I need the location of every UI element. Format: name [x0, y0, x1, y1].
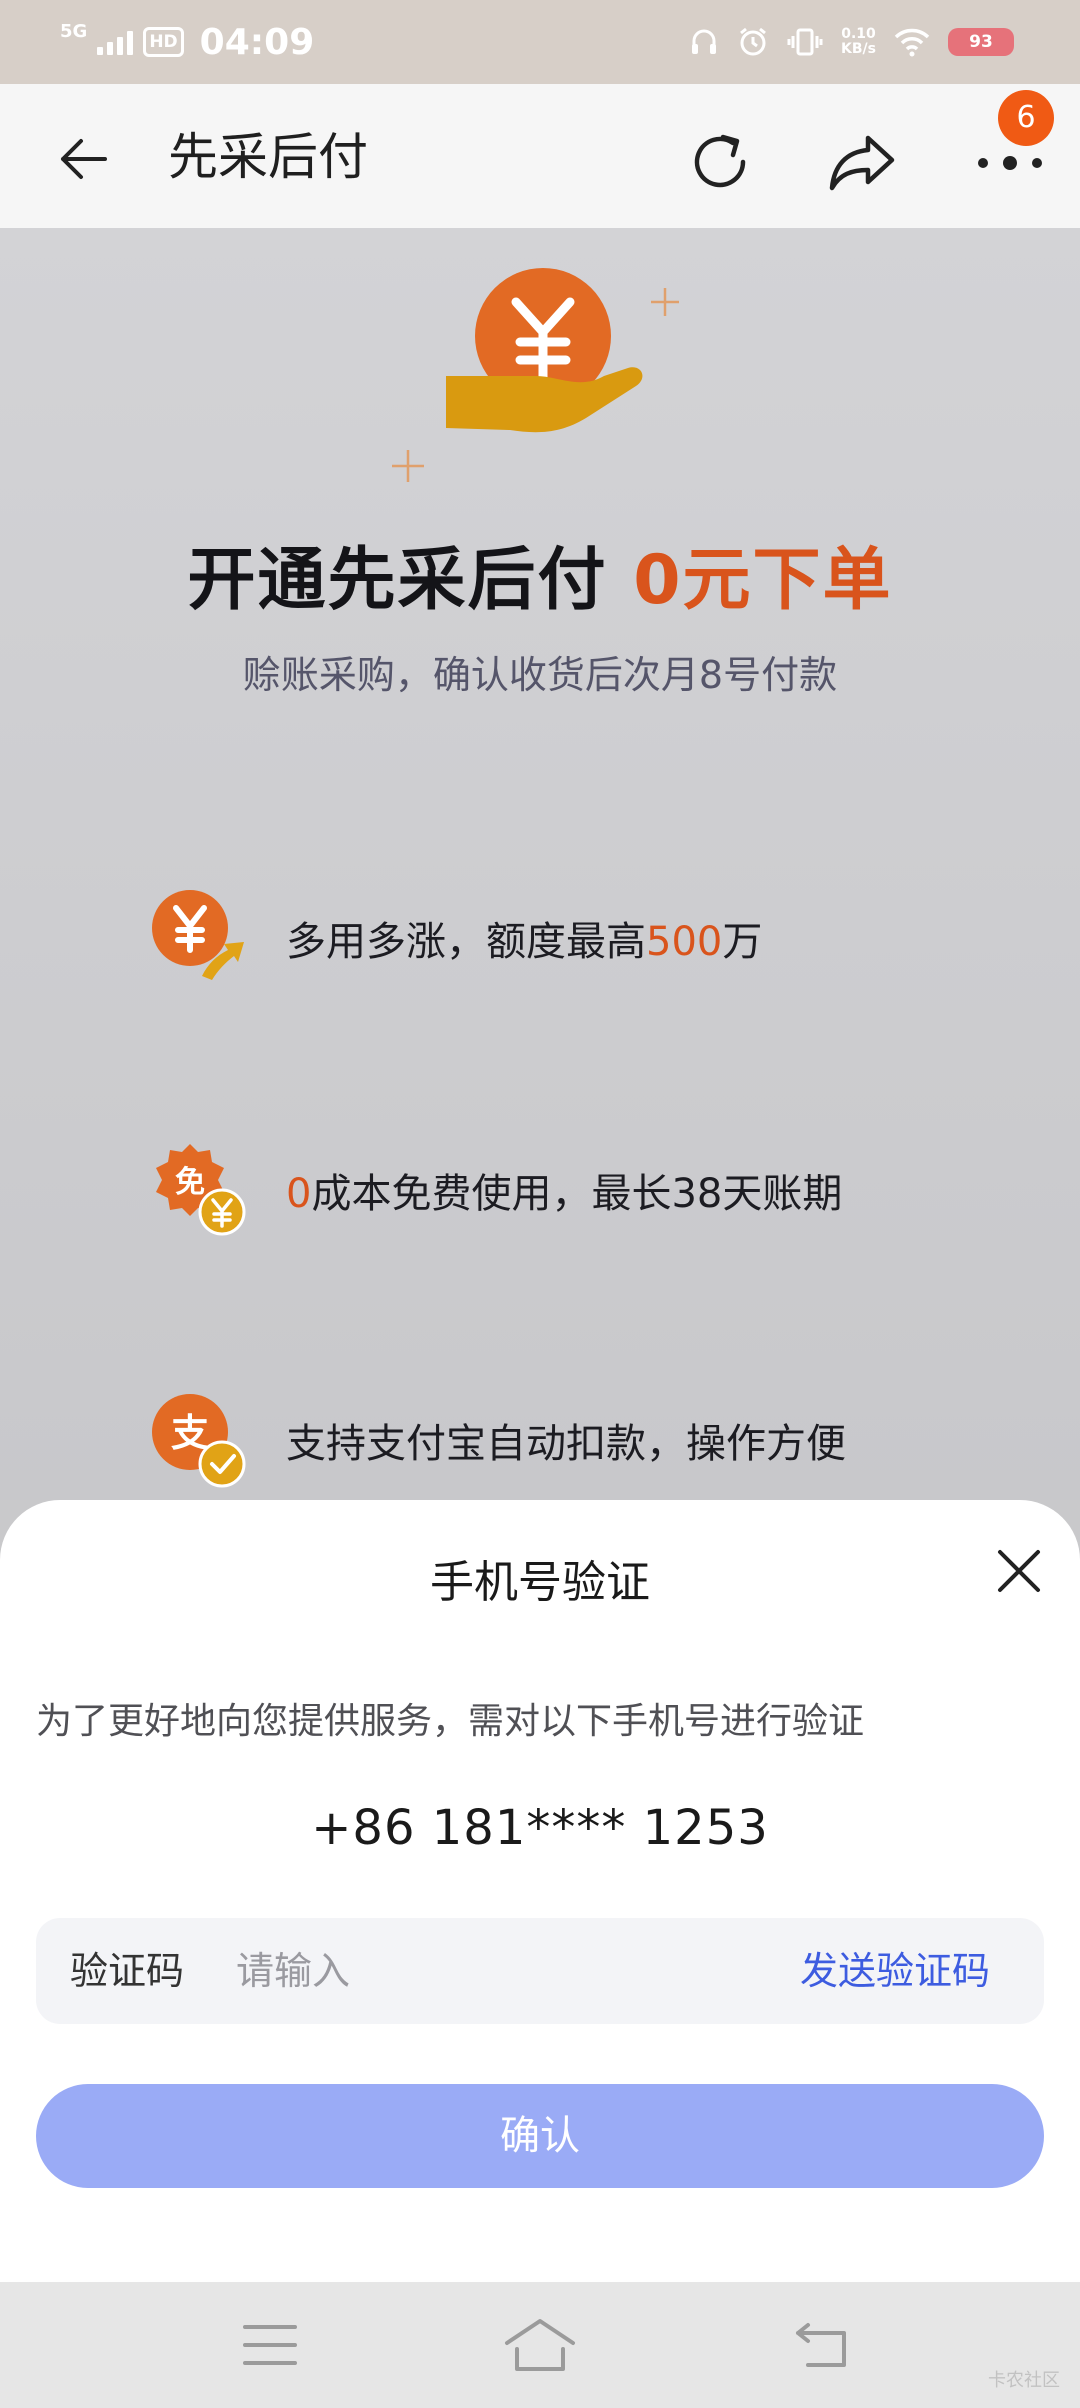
phone-verification-sheet: 手机号验证 为了更好地向您提供服务，需对以下手机号进行验证 +86 181***… — [0, 1500, 1080, 2282]
menu-icon — [243, 2325, 297, 2365]
hd-icon: HD — [143, 27, 184, 57]
svg-text:支: 支 — [171, 1411, 209, 1455]
wifi-icon — [894, 28, 930, 57]
app-header: 先采后付 — [0, 84, 1080, 228]
network-speed: 0.10 KB/s — [841, 26, 876, 57]
close-button[interactable] — [992, 1544, 1046, 1598]
signal-icon — [97, 29, 134, 55]
alipay-check-icon: 支 — [150, 1390, 250, 1490]
refresh-icon — [694, 134, 746, 188]
back-arrow-icon — [61, 139, 107, 179]
alarm-icon — [740, 27, 766, 56]
network-type: 5G — [60, 21, 88, 42]
headphone-icon — [692, 29, 717, 54]
notification-badge: 6 — [998, 90, 1054, 146]
status-time: 04:09 — [199, 21, 315, 63]
verification-code-row: 验证码 发送验证码 — [36, 1918, 1044, 2024]
close-icon — [998, 1550, 1040, 1592]
feature-item-credit-limit: 多用多涨，额度最高500万 — [150, 888, 950, 988]
refresh-button[interactable] — [680, 122, 760, 202]
hand-coin-icon — [446, 268, 679, 433]
feature-item-free-use: 免 0成本免费使用，最长38天账期 — [150, 1140, 950, 1240]
page-title: 先采后付 — [168, 128, 368, 186]
vibrate-icon — [787, 28, 823, 56]
free-badge-icon: 免 — [150, 1140, 250, 1240]
status-right: 0.10 KB/s 93 — [689, 20, 1014, 64]
verification-description: 为了更好地向您提供服务，需对以下手机号进行验证 — [36, 1701, 865, 1742]
send-code-button[interactable]: 发送验证码 — [800, 1918, 990, 2024]
feature-item-alipay: 支 支持支付宝自动扣款，操作方便 — [150, 1390, 950, 1490]
code-label: 验证码 — [70, 1949, 185, 1993]
system-nav-bar: 卡农社区 — [0, 2282, 1080, 2408]
sparkle-icon — [392, 450, 424, 482]
hero-subtitle: 赊账采购，确认收货后次月8号付款 — [242, 653, 838, 697]
confirm-button[interactable]: 确认 — [36, 2084, 1044, 2188]
feature-text: 支持支付宝自动扣款，操作方便 — [286, 1421, 846, 1467]
watermark: 卡农社区 — [988, 2370, 1060, 2391]
status-left: 5G HD 04:09 — [60, 18, 314, 66]
share-icon — [829, 135, 895, 191]
share-button[interactable] — [822, 122, 902, 202]
status-bar: 5G HD 04:09 0.10 KB/s 93 — [0, 0, 1080, 84]
back-icon — [796, 2323, 846, 2367]
back-button[interactable] — [48, 124, 118, 194]
verification-code-input[interactable] — [236, 1944, 796, 1998]
masked-phone-number: +86 181**** 1253 — [311, 1800, 769, 1856]
yuan-up-icon — [150, 888, 250, 988]
nav-home-button[interactable] — [500, 2308, 580, 2382]
more-icon — [978, 156, 1042, 170]
home-icon — [505, 2319, 575, 2371]
sheet-title: 手机号验证 — [430, 1557, 650, 1608]
nav-menu-button[interactable] — [230, 2310, 310, 2380]
feature-text: 多用多涨，额度最高500万 — [286, 919, 763, 965]
feature-text: 0成本免费使用，最长38天账期 — [286, 1171, 843, 1217]
battery-indicator: 93 — [948, 28, 1014, 56]
main-content: 开通先采后付 0元下单 赊账采购，确认收货后次月8号付款 多用多涨，额度最高50… — [0, 228, 1080, 1500]
svg-text:免: 免 — [175, 1165, 205, 1200]
nav-back-button[interactable] — [782, 2310, 862, 2380]
hero-title: 开通先采后付 0元下单 — [187, 541, 893, 620]
